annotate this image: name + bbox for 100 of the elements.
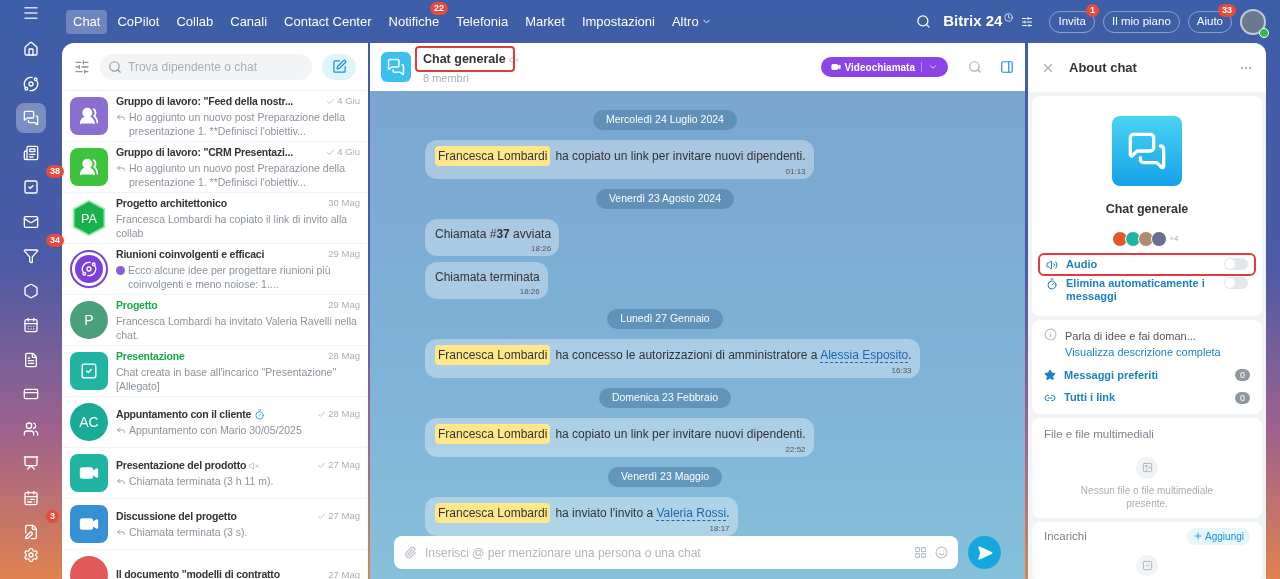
document-icon: [23, 351, 39, 368]
search-icon[interactable]: [916, 14, 932, 29]
chat-preview: Chiamata terminata (3 s).: [129, 525, 249, 540]
message-text: Chiamata #37 avviata: [435, 226, 552, 243]
chat-list-item[interactable]: Gruppo di lavoro: "CRM Presentazi... 4 Giu Ho aggiunto un nuovo post Preparazione della presentazione 1. **Definisci l'obiettiv...: [62, 142, 368, 193]
chat-date: 4 Giu: [337, 94, 360, 109]
chat-title: Progetto: [116, 297, 158, 313]
chat-list-item[interactable]: Il documento "modelli di contratto 27 Mag: [62, 550, 368, 579]
sidebar-button[interactable]: [16, 103, 46, 133]
more-members: +4: [1169, 232, 1179, 245]
clock-icon: [1004, 13, 1014, 22]
chat-list-item[interactable]: Gruppo di lavoro: "Feed della nostr... 4 Giu Ho aggiunto un nuovo post Preparazione della presentazione 1. **Definisci l'obiettiv...: [62, 91, 368, 142]
link-row[interactable]: Messaggi preferiti 0: [1044, 366, 1250, 384]
setting-row[interactable]: Elimina automaticamente i messaggi: [1040, 273, 1254, 306]
menu-icon: [22, 4, 40, 22]
chat-title: Progetto architettonico: [116, 195, 227, 211]
calendar-icon: [23, 317, 39, 333]
task-check-icon: [23, 179, 39, 195]
image-icon: [1136, 457, 1158, 479]
nav-tab[interactable]: CoPilot: [110, 9, 167, 34]
chat-list-item[interactable]: P Progetto 29 Mag Francesca Lombardi ha invitato Valeria Ravelli nella chat.: [62, 295, 368, 346]
message-text: ha inviato l'invito a Valeria Rossi.: [555, 505, 730, 522]
search-field[interactable]: Trova dipendente o chat: [100, 53, 312, 80]
nav-tab[interactable]: Chat: [66, 9, 108, 34]
date-separator: Mercoledì 24 Luglio 2024: [593, 110, 737, 130]
link-label: Messaggi preferiti: [1064, 367, 1160, 383]
document-pen-icon: [23, 524, 39, 540]
newspaper-icon: [23, 144, 39, 161]
people-icon: [23, 420, 39, 437]
mail-icon: [23, 213, 39, 230]
chat-date: 28 Mag: [328, 349, 360, 364]
chat-title: Gruppo di lavoro: "CRM Presentazi...: [116, 144, 293, 160]
chat-list-item[interactable]: Discussione del progetto 27 Mag Chiamata terminata (3 s).: [62, 499, 368, 550]
message-time: 18:26: [519, 287, 540, 297]
paperclip-icon[interactable]: [404, 546, 417, 559]
description-link[interactable]: Visualizza descrizione completa: [1065, 344, 1221, 361]
setting-label: Audio: [1066, 257, 1099, 271]
sliders-icon[interactable]: [1021, 15, 1034, 28]
user-avatar[interactable]: [1240, 8, 1266, 35]
chat-title: Chat generale: [423, 51, 506, 69]
settings-button[interactable]: [23, 547, 39, 563]
chat-preview: Ho aggiunto un nuovo post Preparazione della presentazione 1. **Definisci l'obiettiv...: [129, 110, 346, 139]
chat-preview: Francesca Lombardi ha copiato il link di invito alla collab: [116, 212, 349, 241]
chat-preview: Chat creata in base all'incarico "Presentazione" [Allegato]: [116, 365, 338, 394]
setting-row[interactable]: Audio: [1040, 254, 1254, 274]
nav-tab[interactable]: Collab: [169, 9, 221, 34]
nav-tab[interactable]: Impostazioni: [574, 9, 662, 34]
send-button[interactable]: [968, 536, 1001, 569]
section-title: Incarichi: [1044, 528, 1087, 544]
chevron-down-icon: [928, 62, 938, 72]
nav-tab[interactable]: Canali: [223, 9, 275, 34]
link-row[interactable]: Tutti i link 0: [1044, 389, 1250, 406]
chat-title: Presentazione del prodotto: [116, 457, 247, 473]
chat-preview: Ho aggiunto un nuovo post Preparazione della presentazione 1. **Definisci l'obiettiv...: [129, 161, 346, 190]
chat-date: 27 Mag: [328, 567, 360, 579]
composer-bar[interactable]: Inserisci @ per menzionare una persona o una chat: [394, 536, 958, 569]
toggle-switch[interactable]: [1224, 276, 1248, 289]
chat-list-item[interactable]: AC Appuntamento con il cliente 28 Mag Appuntamento con Mario 30/05/2025: [62, 397, 368, 448]
chat-list-item[interactable]: Riunioni coinvolgenti e efficaci 29 Mag Ecco alcune idee per progettare riunioni più coinvolgenti e meno noiose: 1....: [62, 244, 368, 295]
setting-label: Elimina automaticamente i messaggi: [1066, 276, 1206, 303]
date-separator: Venerdì 23 Maggio: [607, 467, 723, 487]
chat-date: 29 Mag: [328, 247, 360, 262]
send-icon: [976, 544, 993, 561]
count-badge: 33: [1218, 3, 1236, 17]
chat-preview: Chiamata terminata (3 h 11 m).: [129, 474, 275, 489]
house-icon: [23, 41, 39, 57]
toggle-switch[interactable]: [1224, 257, 1248, 270]
chat-bubbles-icon: [23, 110, 39, 126]
nav-tab[interactable]: Contact Center: [277, 9, 379, 34]
card-icon: [23, 386, 39, 402]
date-separator: Lunedì 27 Gennaio: [607, 309, 723, 329]
filter-icon[interactable]: [74, 58, 90, 75]
orbit-icon: [23, 75, 39, 92]
chat-list-item[interactable]: Presentazione del prodotto 27 Mag Chiamata terminata (3 h 11 m).: [62, 448, 368, 499]
nav-tab[interactable]: Telefonia: [449, 9, 516, 34]
presentation-icon: [23, 455, 39, 471]
author-tag: Francesca Lombardi: [435, 345, 551, 365]
message-text: Chiamata terminata: [435, 269, 540, 286]
message-text: ha copiato un link per invitare nuovi dipendenti.: [555, 426, 806, 443]
compose-button[interactable]: [322, 53, 356, 80]
task-icon: [1136, 555, 1158, 576]
message-text: ha concesso le autorizzazioni di amministratore a Alessia Esposito.: [555, 347, 912, 364]
link-label: Tutti i link: [1064, 390, 1117, 406]
count-badge: 38: [46, 165, 64, 178]
member-avatar[interactable]: [1151, 230, 1168, 247]
chat-list-item[interactable]: PA Progetto architettonico 30 Mag Francesca Lombardi ha copiato il link di invito alla collab: [62, 193, 368, 244]
hexagon-avatar: PA: [70, 199, 108, 237]
star-icon: [1044, 369, 1056, 381]
add-button[interactable]: Aggiungi: [1187, 527, 1250, 545]
chat-title: Discussione del progetto: [116, 508, 237, 524]
nav-tab[interactable]: Altro: [664, 9, 719, 34]
chat-date: 4 Giu: [337, 145, 360, 160]
pen-icon: [331, 59, 347, 74]
chat-list-item[interactable]: Presentazione 28 Mag Chat creata in base all'incarico "Presentazione" [Allegato]: [62, 346, 368, 397]
message-input[interactable]: Inserisci @ per menzionare una persona o una chat: [425, 540, 906, 565]
nav-tab[interactable]: Market: [518, 9, 572, 34]
chat-title: Il documento "modelli di contratto: [116, 567, 280, 579]
video-call-button[interactable]: Videochiamata: [820, 57, 948, 77]
chat-preview: Francesca Lombardi ha invitato Valeria Ravelli nella chat.: [116, 314, 358, 343]
panel-icon[interactable]: [1000, 60, 1014, 74]
